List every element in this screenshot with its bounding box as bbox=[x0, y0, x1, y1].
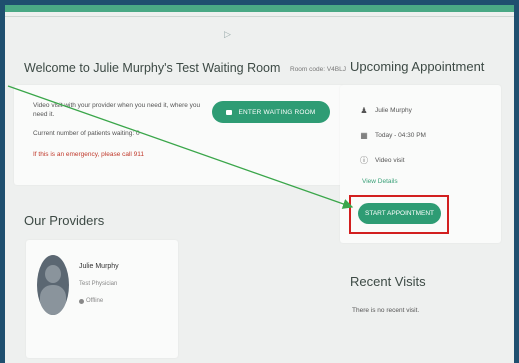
status-dot-icon bbox=[79, 298, 84, 304]
appointment-time: ▦ Today - 04:30 PM bbox=[358, 131, 426, 140]
provider-role: Test Physician bbox=[79, 281, 118, 287]
providers-title: Our Providers bbox=[24, 213, 105, 228]
camera-icon bbox=[226, 109, 233, 115]
provider-avatar bbox=[37, 255, 69, 315]
top-accent-bar bbox=[5, 5, 514, 12]
person-icon: ♟ bbox=[360, 106, 368, 115]
provider-status-text: Offline bbox=[86, 298, 104, 304]
emergency-notice: If this is an emergency, please call 911 bbox=[33, 151, 145, 158]
room-code: Room code: V4BLJ bbox=[290, 66, 347, 73]
appointment-provider: ♟ Julie Murphy bbox=[358, 106, 412, 115]
annotation-highlight-box bbox=[349, 195, 449, 234]
info-icon: ⓘ bbox=[360, 156, 368, 165]
view-details-link[interactable]: View Details bbox=[362, 178, 398, 185]
patients-waiting-count: Current number of patients waiting: 0 bbox=[33, 130, 140, 137]
recent-visits-title: Recent Visits bbox=[350, 274, 426, 289]
appointment-time-text: Today - 04:30 PM bbox=[375, 132, 426, 139]
waiting-room-description: Video visit with your provider when you … bbox=[33, 102, 201, 118]
provider-status: Offline bbox=[79, 298, 103, 304]
header-divider bbox=[5, 16, 514, 17]
appointment-type: ⓘ Video visit bbox=[358, 155, 405, 166]
appointment-type-text: Video visit bbox=[375, 157, 405, 164]
enter-waiting-room-label: ENTER WAITING ROOM bbox=[238, 108, 316, 116]
upcoming-appointment-title: Upcoming Appointment bbox=[350, 59, 485, 74]
appointment-provider-name: Julie Murphy bbox=[375, 107, 412, 114]
waiting-room-title: Welcome to Julie Murphy's Test Waiting R… bbox=[24, 61, 281, 75]
calendar-icon: ▦ bbox=[360, 131, 368, 140]
avatar-head bbox=[45, 265, 61, 283]
cursor-icon: ▷ bbox=[224, 29, 231, 39]
provider-name: Julie Murphy bbox=[79, 263, 119, 270]
avatar-body bbox=[40, 285, 66, 315]
recent-visits-empty: There is no recent visit. bbox=[352, 307, 420, 314]
enter-waiting-room-button[interactable]: ENTER WAITING ROOM bbox=[212, 101, 330, 123]
